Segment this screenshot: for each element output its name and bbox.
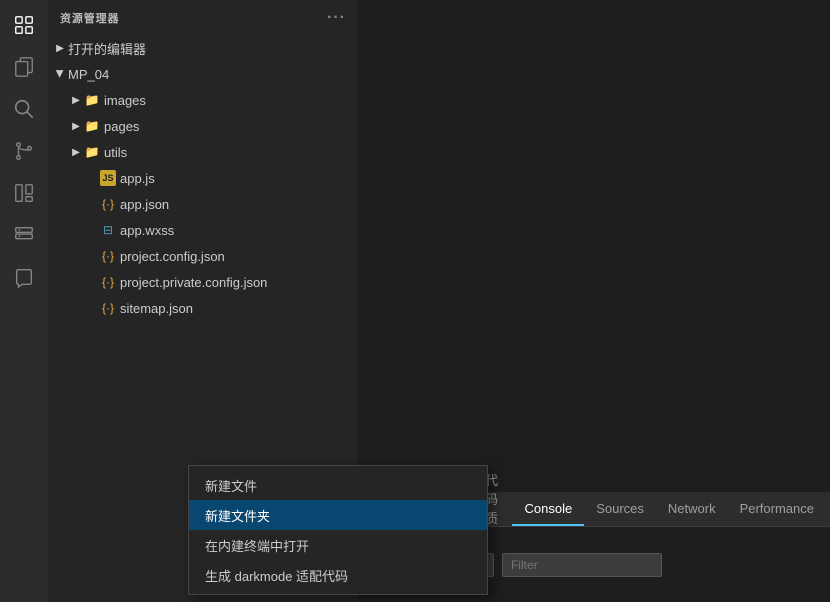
pages-folder-icon: 📁 xyxy=(84,118,100,134)
images-folder[interactable]: ▶ 📁 images xyxy=(48,87,358,113)
sitemap-file[interactable]: {·} sitemap.json xyxy=(48,295,358,321)
images-label: images xyxy=(104,93,358,108)
mp04-section[interactable]: ▶ MP_04 xyxy=(48,61,358,87)
appwxss-file[interactable]: ⊟ app.wxss xyxy=(48,217,358,243)
grid-icon[interactable] xyxy=(7,176,41,210)
sitemap-label: sitemap.json xyxy=(120,301,358,316)
open-editors-chevron: ▶ xyxy=(52,40,68,56)
appjson-file[interactable]: {·} app.json xyxy=(48,191,358,217)
new-file-label: 新建文件 xyxy=(205,476,257,495)
mp04-label: MP_04 xyxy=(68,67,358,82)
appjson-icon: {·} xyxy=(100,196,116,212)
appjs-icon: JS xyxy=(100,170,116,186)
context-darkmode[interactable]: 生成 darkmode 适配代码 xyxy=(189,560,487,590)
tab-performance[interactable]: Performance xyxy=(728,492,826,526)
search-icon[interactable] xyxy=(7,92,41,126)
pages-chevron: ▶ xyxy=(68,118,84,134)
tab-sources[interactable]: Sources xyxy=(584,492,656,526)
appwxss-label: app.wxss xyxy=(120,223,358,238)
pages-folder[interactable]: ▶ 📁 pages xyxy=(48,113,358,139)
mp04-chevron: ▶ xyxy=(52,66,68,82)
open-editors-section[interactable]: ▶ 打开的编辑器 xyxy=(48,35,358,61)
wechat-icon[interactable] xyxy=(7,260,41,294)
context-menu: 新建文件 新建文件夹 在内建终端中打开 生成 darkmode 适配代码 xyxy=(188,465,488,595)
utils-label: utils xyxy=(104,145,358,160)
copy-icon[interactable] xyxy=(7,50,41,84)
sitemap-icon: {·} xyxy=(100,300,116,316)
context-open-terminal[interactable]: 在内建终端中打开 xyxy=(189,530,487,560)
appjs-label: app.js xyxy=(120,171,358,186)
tab-network[interactable]: Network xyxy=(656,492,728,526)
editor-area xyxy=(358,0,830,492)
projectprivate-icon: {·} xyxy=(100,274,116,290)
appjs-file[interactable]: JS app.js xyxy=(48,165,358,191)
darkmode-label: 生成 darkmode 适配代码 xyxy=(205,566,348,585)
projectprivate-file[interactable]: {·} project.private.config.json xyxy=(48,269,358,295)
images-folder-icon: 📁 xyxy=(84,92,100,108)
server-icon[interactable] xyxy=(7,218,41,252)
sidebar-more-button[interactable]: ··· xyxy=(327,9,346,27)
tab-console[interactable]: Console xyxy=(512,492,584,526)
appwxss-icon: ⊟ xyxy=(100,222,116,238)
explorer-icon[interactable] xyxy=(7,8,41,42)
images-chevron: ▶ xyxy=(68,92,84,108)
utils-folder[interactable]: ▶ 📁 utils xyxy=(48,139,358,165)
projectconfig-icon: {·} xyxy=(100,248,116,264)
utils-folder-icon: 📁 xyxy=(84,144,100,160)
projectconfig-file[interactable]: {·} project.config.json xyxy=(48,243,358,269)
open-terminal-label: 在内建终端中打开 xyxy=(205,536,309,555)
context-new-file[interactable]: 新建文件 xyxy=(189,470,487,500)
sidebar-header: 资源管理器 ··· xyxy=(48,0,358,35)
activity-bar xyxy=(0,0,48,602)
context-new-folder[interactable]: 新建文件夹 xyxy=(189,500,487,530)
sidebar-title: 资源管理器 xyxy=(60,10,119,26)
projectconfig-label: project.config.json xyxy=(120,249,358,264)
new-folder-label: 新建文件夹 xyxy=(205,506,270,525)
open-editors-label: 打开的编辑器 xyxy=(68,39,358,58)
utils-chevron: ▶ xyxy=(68,144,84,160)
pages-label: pages xyxy=(104,119,358,134)
branch-icon[interactable] xyxy=(7,134,41,168)
projectprivate-label: project.private.config.json xyxy=(120,275,358,290)
filter-input[interactable] xyxy=(502,553,662,577)
appjson-label: app.json xyxy=(120,197,358,212)
